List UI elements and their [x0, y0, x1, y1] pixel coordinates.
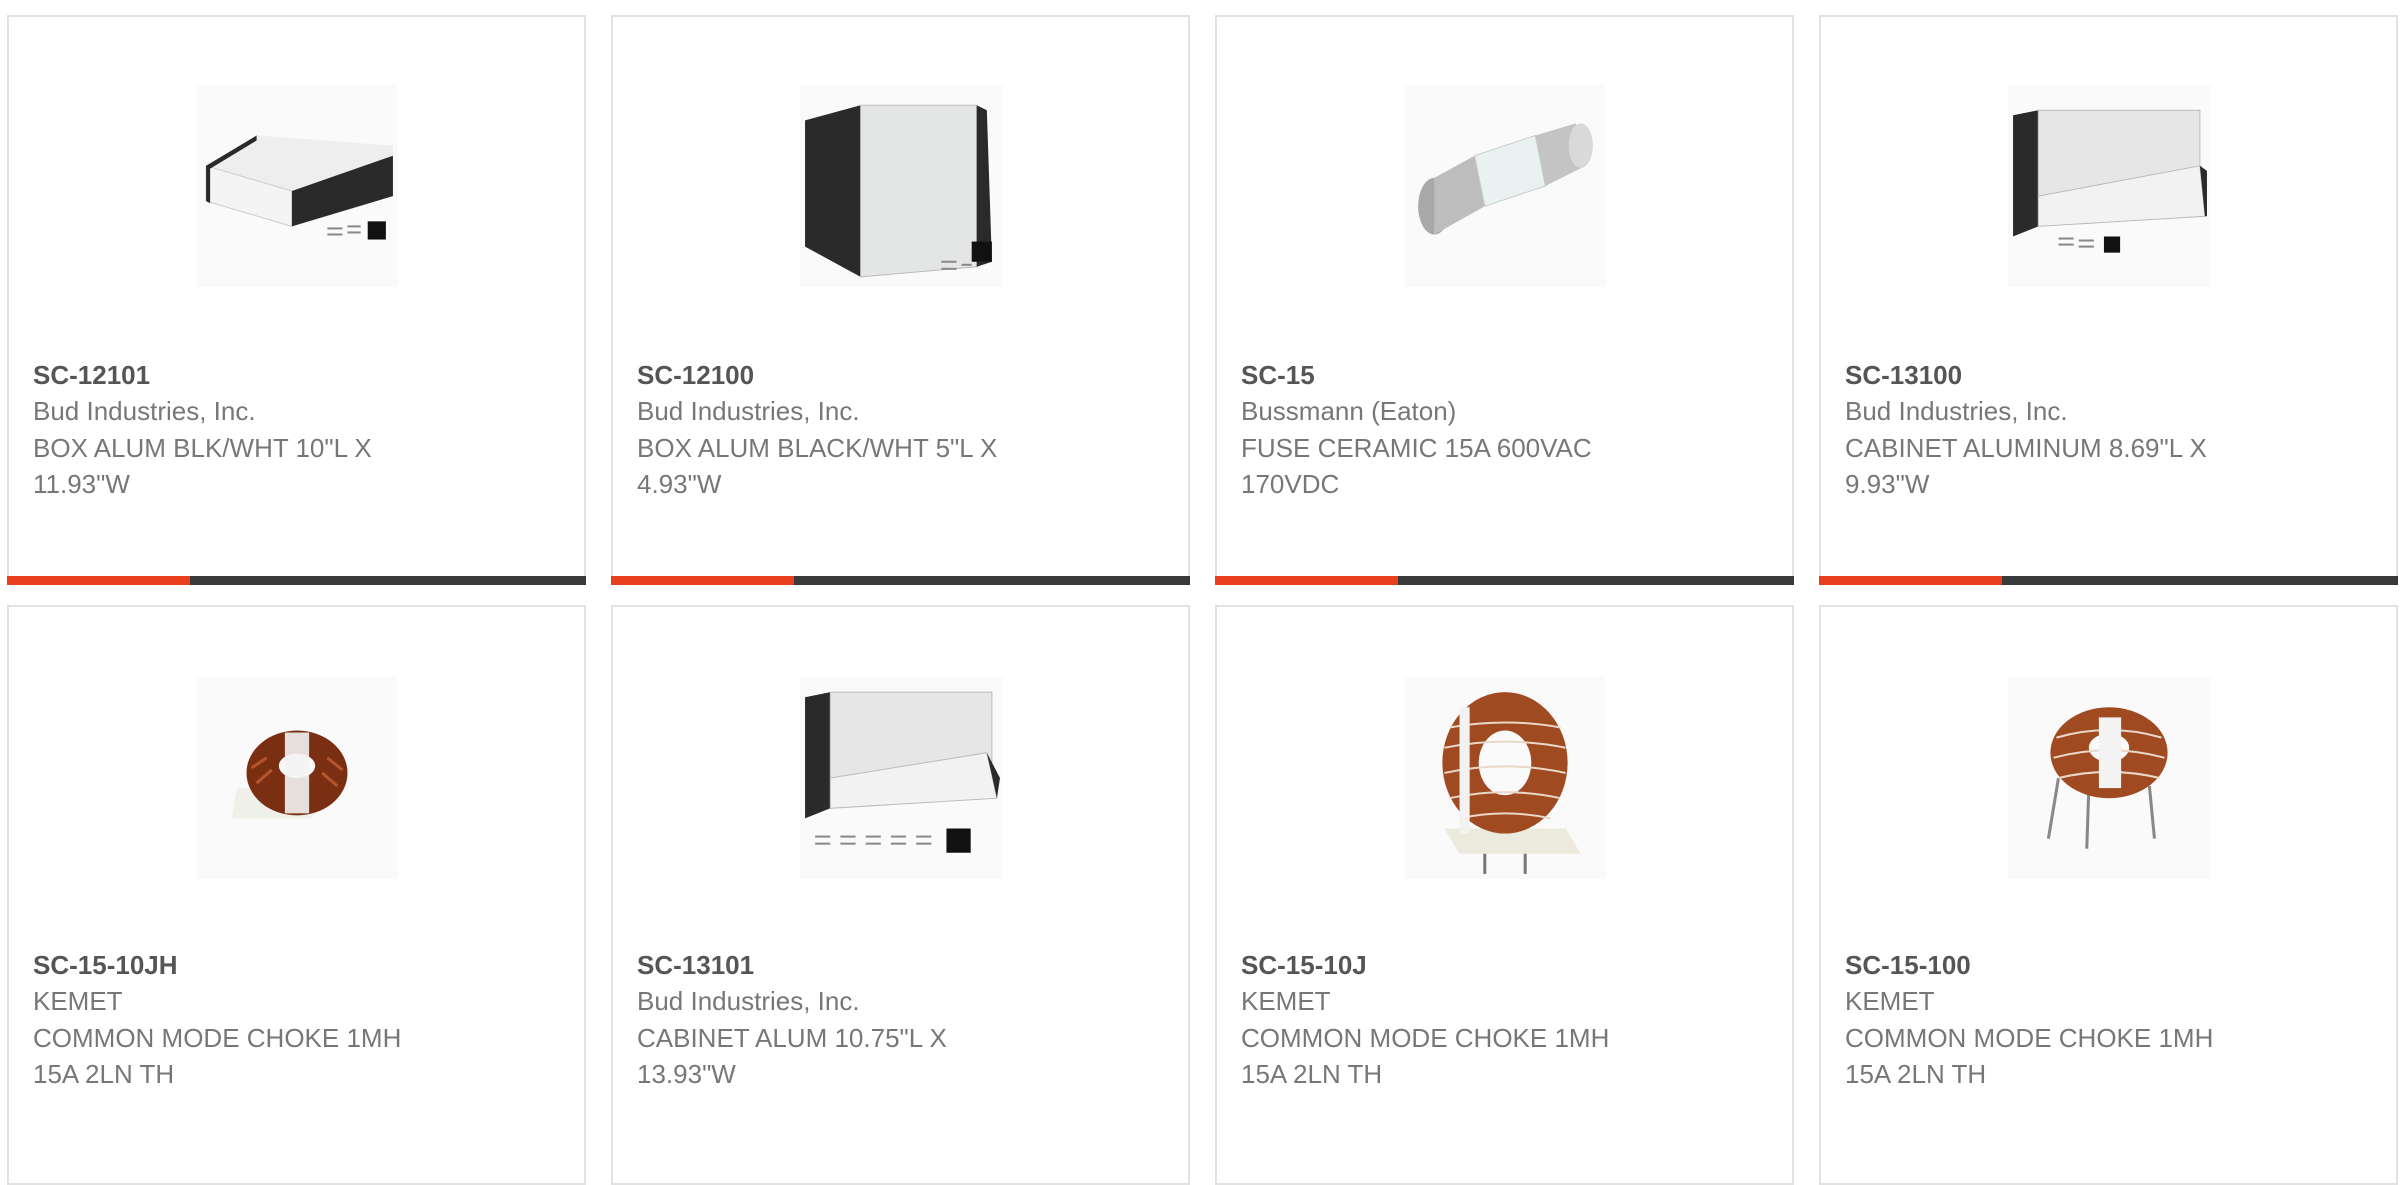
manufacturer: Bud Industries, Inc. [637, 396, 860, 426]
product-image[interactable] [2008, 85, 2210, 287]
part-number[interactable]: SC-12101 [33, 357, 560, 393]
description-line-2: 11.93"W [33, 469, 130, 499]
progress-bar-fill [7, 576, 190, 585]
description-line-2: 9.93"W [1845, 469, 1930, 499]
part-number[interactable]: SC-12100 [637, 357, 1164, 393]
manufacturer: KEMET [33, 986, 123, 1016]
description-line-2: 15A 2LN TH [1845, 1059, 1987, 1089]
manufacturer: KEMET [1845, 986, 1935, 1016]
description-line-1: CABINET ALUMINUM 8.69"L X [1845, 433, 2207, 463]
description-line-1: FUSE CERAMIC 15A 600VAC [1241, 433, 1592, 463]
product-card[interactable]: SC-12101 Bud Industries, Inc. BOX ALUM B… [7, 15, 586, 585]
description-line-1: CABINET ALUM 10.75"L X [637, 1023, 947, 1053]
manufacturer: Bussmann (Eaton) [1241, 396, 1457, 426]
enclosure-image [205, 135, 393, 240]
product-image[interactable] [1404, 677, 1606, 879]
product-image[interactable] [800, 85, 1002, 287]
product-card[interactable]: SC-13100 Bud Industries, Inc. CABINET AL… [1819, 15, 2398, 585]
description-line-1: COMMON MODE CHOKE 1MH [1845, 1023, 2214, 1053]
part-number[interactable]: SC-15-10J [1241, 947, 1768, 983]
description-line-2: 15A 2LN TH [1241, 1059, 1383, 1089]
product-card[interactable]: SC-15-10JH KEMET COMMON MODE CHOKE 1MH 1… [7, 605, 586, 1185]
manufacturer: KEMET [1241, 986, 1331, 1016]
manufacturer: Bud Industries, Inc. [637, 986, 860, 1016]
toroid-image [2046, 707, 2168, 849]
product-card[interactable]: SC-13101 Bud Industries, Inc. CABINET AL… [611, 605, 1190, 1185]
product-image[interactable] [800, 677, 1002, 879]
product-card[interactable]: SC-15-100 KEMET COMMON MODE CHOKE 1MH 15… [1819, 605, 2398, 1185]
part-number[interactable]: SC-15-10JH [33, 947, 560, 983]
enclosure-image [805, 104, 1002, 287]
product-image[interactable] [1404, 85, 1606, 287]
product-card[interactable]: SC-15 Bussmann (Eaton) FUSE CERAMIC 15A … [1215, 15, 1794, 585]
product-card[interactable]: SC-15-10J KEMET COMMON MODE CHOKE 1MH 15… [1215, 605, 1794, 1185]
progress-bar-fill [1819, 576, 2002, 585]
description-line-1: BOX ALUM BLACK/WHT 5"L X [637, 433, 998, 463]
progress-bar [7, 576, 586, 585]
product-image[interactable] [2008, 677, 2210, 879]
description-line-1: BOX ALUM BLK/WHT 10"L X [33, 433, 372, 463]
product-image[interactable] [196, 677, 398, 879]
product-image[interactable] [196, 85, 398, 287]
toroid-image [1442, 692, 1581, 874]
part-number[interactable]: SC-13100 [1845, 357, 2372, 393]
description-line-2: 13.93"W [637, 1059, 736, 1089]
manufacturer: Bud Industries, Inc. [1845, 396, 2068, 426]
product-card[interactable]: SC-12100 Bud Industries, Inc. BOX ALUM B… [611, 15, 1190, 585]
part-number[interactable]: SC-13101 [637, 947, 1164, 983]
progress-bar-fill [1215, 576, 1398, 585]
cabinet-image [2013, 109, 2207, 253]
progress-bar-fill [611, 576, 794, 585]
part-number[interactable]: SC-15-100 [1845, 947, 2372, 983]
part-number[interactable]: SC-15 [1241, 357, 1768, 393]
description-line-2: 170VDC [1241, 469, 1340, 499]
description-line-1: COMMON MODE CHOKE 1MH [1241, 1023, 1610, 1053]
fuse-image [1418, 123, 1593, 235]
cabinet-image [805, 691, 1000, 853]
progress-bar [611, 576, 1190, 585]
description-line-2: 15A 2LN TH [33, 1059, 175, 1089]
description-line-1: COMMON MODE CHOKE 1MH [33, 1023, 402, 1053]
progress-bar [1819, 576, 2398, 585]
manufacturer: Bud Industries, Inc. [33, 396, 256, 426]
toroid-image [231, 730, 348, 819]
description-line-2: 4.93"W [637, 469, 722, 499]
progress-bar [1215, 576, 1794, 585]
